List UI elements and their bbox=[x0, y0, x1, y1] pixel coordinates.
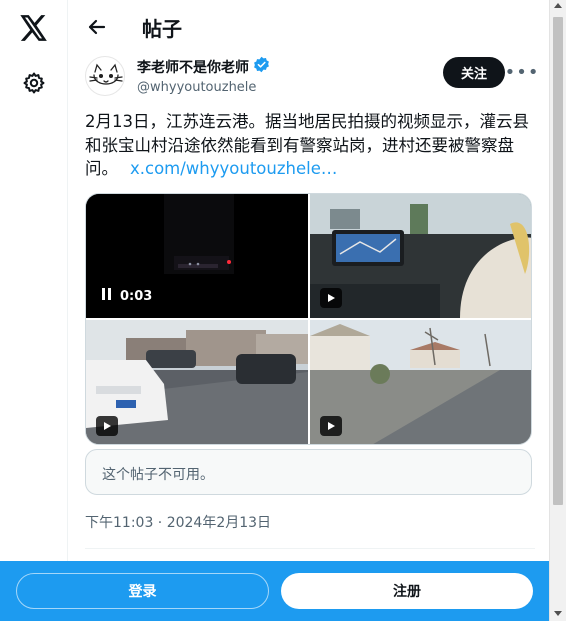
tweet-link[interactable]: x.com/whyyoutouzhele… bbox=[130, 159, 337, 178]
tweet-text: 2月13日，江苏连云港。据当地居民拍摄的视频显示，灌云县和张宝山村沿途依然能看到… bbox=[85, 110, 535, 181]
author-row: 李老师不是你老师 @whyyoutouzhele 关注 ••• bbox=[85, 54, 539, 100]
author-handle[interactable]: @whyyoutouzhele bbox=[137, 80, 270, 95]
tweet-timestamp[interactable]: 下午11:03 · 2024年2月13日 bbox=[85, 512, 271, 532]
media-video-2[interactable] bbox=[310, 194, 531, 318]
pause-icon[interactable] bbox=[102, 288, 112, 304]
video-time: 0:03 bbox=[120, 288, 153, 304]
page-header: 帖子 bbox=[69, 0, 549, 54]
media-video-4[interactable] bbox=[310, 320, 531, 444]
signup-button[interactable]: 注册 bbox=[281, 573, 533, 609]
scroll-down-arrow-icon[interactable] bbox=[554, 611, 562, 616]
bottom-auth-bar: 登录 注册 bbox=[0, 561, 549, 621]
more-options-icon[interactable]: ••• bbox=[505, 59, 539, 85]
login-button[interactable]: 登录 bbox=[16, 573, 269, 609]
verified-badge-icon bbox=[253, 56, 270, 77]
play-icon[interactable] bbox=[320, 288, 342, 308]
display-name-text: 李老师不是你老师 bbox=[137, 59, 249, 76]
scroll-thumb[interactable] bbox=[553, 17, 563, 505]
scroll-up-arrow-icon[interactable] bbox=[554, 3, 562, 8]
settings-gear-icon[interactable] bbox=[20, 69, 48, 97]
author-names: 李老师不是你老师 @whyyoutouzhele bbox=[137, 56, 270, 95]
left-rail bbox=[0, 0, 68, 621]
media-video-1[interactable]: 0:03 bbox=[86, 194, 308, 318]
x-logo-icon[interactable] bbox=[18, 12, 50, 44]
play-icon[interactable] bbox=[320, 416, 342, 436]
page-title: 帖子 bbox=[142, 16, 182, 41]
unavailable-quote: 这个帖子不可用。 bbox=[85, 449, 532, 495]
media-video-3[interactable] bbox=[86, 320, 308, 444]
app-window: 帖子 李老师不是你老师 @whyyoutouzhele 关注 ••• 2月13日… bbox=[0, 0, 566, 621]
media-grid: 0:03 bbox=[85, 193, 532, 445]
video-controls[interactable]: 0:03 bbox=[102, 288, 152, 304]
back-arrow-icon[interactable] bbox=[79, 9, 115, 45]
author-display-name[interactable]: 李老师不是你老师 bbox=[137, 56, 270, 77]
follow-button[interactable]: 关注 bbox=[443, 57, 505, 88]
page-scrollbar[interactable] bbox=[549, 0, 566, 621]
play-icon[interactable] bbox=[96, 416, 118, 436]
divider bbox=[85, 548, 535, 549]
avatar[interactable] bbox=[85, 56, 125, 96]
